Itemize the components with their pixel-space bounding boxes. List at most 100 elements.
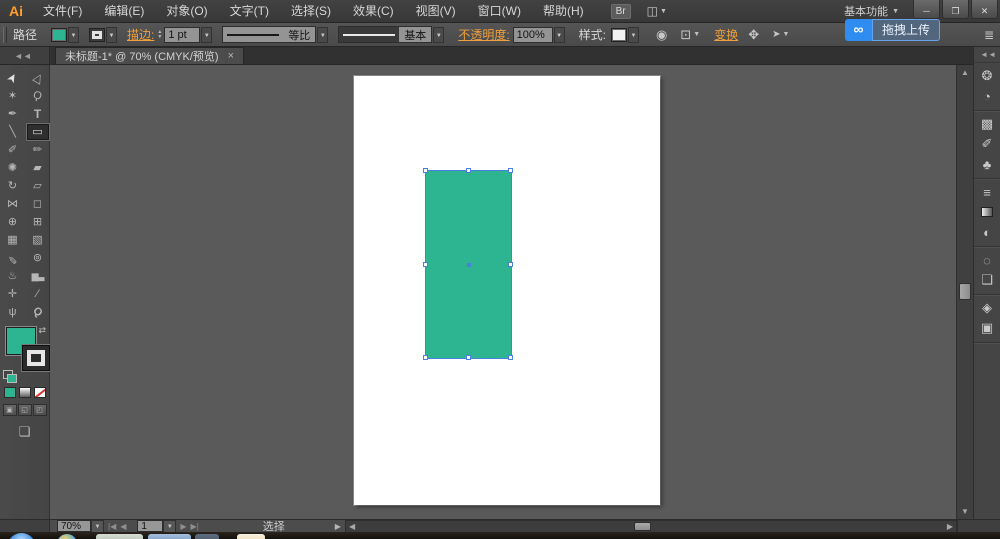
select-similar-dropdown[interactable]: ➤ ▼ [772, 29, 789, 40]
selection-handle-3[interactable] [423, 262, 428, 267]
scroll-up-icon[interactable]: ▲ [957, 68, 973, 77]
taskbar-app-3[interactable] [195, 534, 219, 539]
selection-handle-0[interactable] [423, 168, 428, 173]
transparency-panel-icon[interactable]: ◐ [974, 222, 1000, 242]
eraser-tool[interactable]: ▰ [27, 160, 49, 176]
tools-panel-collapse[interactable]: ◄◄ [0, 47, 50, 64]
opacity-field[interactable]: 100% [513, 27, 553, 43]
rectangle-tool[interactable]: ▭ [27, 124, 49, 140]
slice-tool[interactable]: ∕ [27, 286, 49, 302]
color-panel-icon[interactable]: ❂ [974, 66, 1000, 86]
fill-color-swatch[interactable] [51, 28, 67, 42]
screen-mode-icon[interactable]: ❏ [0, 424, 49, 440]
menu-item-8[interactable]: 帮助(H) [532, 4, 595, 18]
selection-handle-6[interactable] [466, 355, 471, 360]
chevron-down-icon[interactable]: ▼ [91, 520, 104, 533]
layers-panel-icon[interactable]: ◈ [974, 298, 1000, 318]
drag-upload-button[interactable]: 拖拽上传 [872, 19, 940, 41]
draw-behind-icon[interactable]: ◱ [18, 404, 32, 416]
next-artboard-icon[interactable]: ▶ [180, 522, 186, 531]
blob-brush-tool[interactable]: ✺ [2, 160, 24, 176]
menu-item-4[interactable]: 选择(S) [280, 4, 342, 18]
swatches-panel-icon[interactable]: ▩ [974, 114, 1000, 134]
graphic-style-swatch[interactable] [611, 28, 627, 42]
selection-handle-1[interactable] [466, 168, 471, 173]
close-tab-icon[interactable]: × [228, 50, 234, 62]
symbol-sprayer-tool[interactable]: ♨ [2, 268, 24, 284]
close-button[interactable]: ✕ [971, 0, 998, 19]
chevron-down-icon[interactable]: ▼ [163, 520, 176, 533]
menu-item-7[interactable]: 窗口(W) [467, 4, 532, 18]
graphic-styles-panel-icon[interactable]: ◌ [974, 250, 1000, 270]
chevron-down-icon[interactable]: ▼ [201, 27, 212, 43]
taskbar-app-1[interactable] [96, 534, 143, 539]
pencil-tool[interactable]: ✏ [27, 142, 49, 158]
stepper-down-icon[interactable]: ▼ [157, 35, 162, 40]
vertical-scrollbar[interactable]: ▲ ▼ [956, 65, 973, 519]
stroke-color-indicator[interactable] [22, 345, 50, 371]
swap-fill-stroke-icon[interactable]: ⇄ [38, 325, 46, 336]
eyedropper-tool[interactable]: ✎ [2, 250, 24, 266]
gradient-button[interactable] [19, 387, 31, 398]
first-artboard-icon[interactable]: |◀ [108, 522, 116, 531]
brushes-panel-icon[interactable]: ✐ [974, 134, 1000, 154]
type-tool[interactable]: T [27, 106, 49, 122]
bridge-button[interactable]: Br [611, 4, 631, 19]
gradient-panel-icon[interactable] [974, 202, 1000, 222]
zoom-level-field[interactable]: 70% [57, 520, 91, 532]
paintbrush-tool[interactable]: ✐ [2, 142, 24, 158]
dock-collapse-control[interactable]: ◄◄ [974, 47, 1000, 63]
isolate-object-icon[interactable]: ✥ [748, 27, 759, 43]
status-options-icon[interactable]: ▶ [335, 522, 341, 531]
artboard-tool[interactable]: ✛ [2, 286, 24, 302]
stroke-color-control[interactable]: ▼ [89, 27, 117, 43]
panel-grip[interactable] [3, 27, 7, 43]
artboards-panel-icon[interactable]: ▣ [974, 318, 1000, 338]
menu-item-5[interactable]: 效果(C) [342, 4, 405, 18]
width-tool[interactable]: ⋈ [2, 196, 24, 212]
symbols-panel-icon[interactable]: ♣ [974, 154, 1000, 174]
canvas-pasteboard[interactable] [50, 65, 956, 519]
hand-tool[interactable]: ψ [2, 304, 24, 320]
workspace-switcher[interactable]: 基本功能 ▼ [844, 3, 899, 19]
brush-definition-dropdown[interactable]: 基本 [338, 26, 432, 43]
minimize-button[interactable]: ─ [913, 0, 940, 19]
gradient-tool[interactable]: ▧ [27, 232, 49, 248]
fill-color-control[interactable]: ▼ [51, 27, 79, 43]
chevron-down-icon[interactable]: ▼ [317, 27, 328, 43]
scroll-down-icon[interactable]: ▼ [957, 507, 973, 516]
color-button[interactable] [4, 387, 16, 398]
selection-handle-2[interactable] [508, 168, 513, 173]
perspective-grid-tool[interactable]: ⊞ [27, 214, 49, 230]
opacity-panel-link[interactable]: 不透明度: [458, 26, 509, 43]
scroll-right-icon[interactable]: ▶ [947, 522, 953, 531]
artboard-number-field[interactable]: 1 [137, 520, 163, 532]
previous-artboard-icon[interactable]: ◀ [120, 522, 126, 531]
menu-item-6[interactable]: 视图(V) [405, 4, 467, 18]
free-transform-tool[interactable]: ◻ [27, 196, 49, 212]
selection-tool[interactable]: ➤ [2, 70, 24, 86]
width-profile-dropdown[interactable]: 等比 [222, 26, 316, 43]
recolor-artwork-icon[interactable]: ◉ [656, 27, 667, 43]
selection-handle-5[interactable] [423, 355, 428, 360]
arrange-documents-button[interactable]: ◫ ▼ [647, 4, 667, 18]
rotate-tool[interactable]: ↻ [2, 178, 24, 194]
restore-button[interactable]: ❐ [942, 0, 969, 19]
stroke-panel-link[interactable]: 描边: [127, 26, 154, 43]
shape-builder-tool[interactable]: ⊕ [2, 214, 24, 230]
draw-inside-icon[interactable]: ◰ [33, 404, 47, 416]
chevron-down-icon[interactable]: ▼ [433, 27, 444, 43]
menu-item-2[interactable]: 对象(O) [155, 4, 218, 18]
column-graph-tool[interactable]: ▆▃ [27, 268, 49, 284]
mesh-tool[interactable]: ▦ [2, 232, 24, 248]
line-segment-tool[interactable]: ╲ [2, 124, 24, 140]
last-artboard-icon[interactable]: ▶| [191, 522, 199, 531]
align-dropdown[interactable]: ⊡ ▼ [680, 27, 700, 43]
start-orb[interactable] [7, 533, 36, 539]
selection-handle-7[interactable] [508, 355, 513, 360]
stroke-weight-field[interactable]: 1 pt [164, 27, 200, 43]
scroll-left-icon[interactable]: ◀ [349, 522, 355, 531]
pen-tool[interactable]: ✒ [2, 106, 24, 122]
chevron-down-icon[interactable]: ▼ [106, 27, 117, 43]
taskbar-app-4[interactable] [237, 534, 265, 539]
